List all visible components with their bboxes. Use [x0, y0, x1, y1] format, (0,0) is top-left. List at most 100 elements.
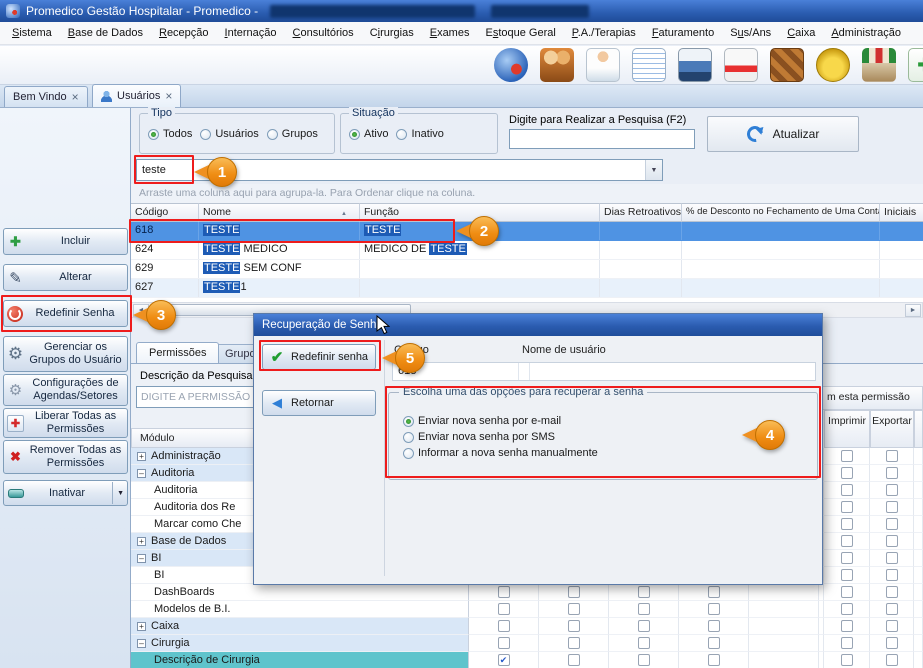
- menu-p-a-terapias[interactable]: P.A./Terapias: [564, 22, 644, 45]
- menu-recepcao[interactable]: Recepção: [151, 22, 217, 45]
- checkbox-unchecked[interactable]: [886, 484, 898, 496]
- checkbox-unchecked[interactable]: [886, 501, 898, 513]
- checkbox-unchecked[interactable]: [841, 501, 853, 513]
- column-header-desconto[interactable]: % de Desconto no Fechamento de Uma Conta…: [682, 203, 880, 222]
- user-row[interactable]: 624TESTE MEDICOMEDICO DE TESTE: [131, 241, 923, 260]
- checkbox-unchecked[interactable]: [886, 467, 898, 479]
- checkbox-unchecked[interactable]: [638, 637, 650, 649]
- checkbox-unchecked[interactable]: [708, 586, 720, 598]
- pharmacy-icon[interactable]: [908, 48, 923, 82]
- checkbox-unchecked[interactable]: [886, 620, 898, 632]
- checkbox-unchecked[interactable]: [886, 637, 898, 649]
- checkbox-unchecked[interactable]: [841, 586, 853, 598]
- checkbox-unchecked[interactable]: [841, 518, 853, 530]
- sidebar-button-remover-todas-as-permissoes[interactable]: Remover Todas as Permissões: [3, 440, 128, 474]
- market-icon[interactable]: [862, 48, 896, 82]
- menu-internacao[interactable]: Internação: [217, 22, 285, 45]
- tab-bem-vindo[interactable]: Bem Vindo: [4, 86, 88, 107]
- permission-row[interactable]: DashBoards: [131, 584, 923, 601]
- checkbox-unchecked[interactable]: [886, 586, 898, 598]
- permission-row[interactable]: Descrição de Cirurgia: [131, 652, 923, 668]
- column-header-dias-retroativos[interactable]: Dias Retroativos: [600, 203, 682, 222]
- dialog-title-bar[interactable]: Recuperação de Senha: [254, 314, 822, 336]
- checkbox-unchecked[interactable]: [886, 552, 898, 564]
- menu-exames[interactable]: Exames: [422, 22, 478, 45]
- tipo-option-usuarios[interactable]: Usuários: [200, 128, 258, 140]
- close-icon[interactable]: [72, 90, 79, 104]
- return-button[interactable]: Retornar: [262, 390, 376, 416]
- checkbox-unchecked[interactable]: [638, 603, 650, 615]
- checkbox-unchecked[interactable]: [708, 654, 720, 666]
- sidebar-button-incluir[interactable]: Incluir: [3, 228, 128, 255]
- checkbox-unchecked[interactable]: [841, 484, 853, 496]
- checkbox-unchecked[interactable]: [841, 450, 853, 462]
- menu-caixa[interactable]: Caixa: [779, 22, 823, 45]
- checkbox-unchecked[interactable]: [886, 654, 898, 666]
- chevron-down-icon[interactable]: [645, 160, 662, 180]
- search-input[interactable]: [509, 129, 695, 149]
- checkbox-unchecked[interactable]: [498, 586, 510, 598]
- menu-base-de-dados[interactable]: Base de Dados: [60, 22, 151, 45]
- reception-icon[interactable]: [540, 48, 574, 82]
- checkbox-unchecked[interactable]: [886, 603, 898, 615]
- checkbox-unchecked[interactable]: [886, 450, 898, 462]
- menu-faturamento[interactable]: Faturamento: [644, 22, 722, 45]
- tipo-option-todos[interactable]: Todos: [148, 128, 192, 140]
- checkbox-unchecked[interactable]: [568, 654, 580, 666]
- refresh-button[interactable]: Atualizar: [707, 116, 859, 152]
- doctor-icon[interactable]: [586, 48, 620, 82]
- menu-sistema[interactable]: Sistema: [4, 22, 60, 45]
- collapse-icon[interactable]: –: [137, 639, 146, 648]
- user-row[interactable]: 627TESTE1: [131, 279, 923, 298]
- finance-icon[interactable]: [816, 48, 850, 82]
- checkbox-unchecked[interactable]: [841, 552, 853, 564]
- checkbox-unchecked[interactable]: [498, 603, 510, 615]
- menu-cirurgias[interactable]: Cirurgias: [362, 22, 422, 45]
- collapse-icon[interactable]: –: [137, 554, 146, 563]
- menu-consultorios[interactable]: Consultórios: [285, 22, 362, 45]
- checkbox-unchecked[interactable]: [886, 518, 898, 530]
- checkbox-unchecked[interactable]: [638, 586, 650, 598]
- sidebar-button-alterar[interactable]: Alterar: [3, 264, 128, 291]
- chevron-down-icon[interactable]: [112, 482, 124, 504]
- tab-usuarios[interactable]: Usuários: [92, 84, 181, 107]
- permission-row[interactable]: –Cirurgia: [131, 635, 923, 652]
- sidebar-button-configuracoes-de-agendas-setores[interactable]: Configurações de Agendas/Setores: [3, 374, 128, 406]
- checkbox-unchecked[interactable]: [568, 603, 580, 615]
- tab-permissoes[interactable]: Permissões: [136, 342, 219, 363]
- ambulance-icon[interactable]: [724, 48, 758, 82]
- sidebar-button-liberar-todas-as-permissoes[interactable]: Liberar Todas as Permissões: [3, 408, 128, 438]
- checkbox-unchecked[interactable]: [568, 586, 580, 598]
- column-header-imprimir[interactable]: Imprimir: [824, 410, 870, 448]
- situacao-option-ativo[interactable]: Ativo: [349, 128, 388, 140]
- scroll-right-icon[interactable]: [905, 304, 921, 317]
- column-header-iniciais[interactable]: Iniciais: [880, 203, 923, 222]
- expand-icon[interactable]: +: [137, 622, 146, 631]
- user-row[interactable]: 629TESTE SEM CONF: [131, 260, 923, 279]
- permission-row[interactable]: +Caixa: [131, 618, 923, 635]
- promedico-logo-icon[interactable]: [494, 48, 528, 82]
- tipo-option-grupos[interactable]: Grupos: [267, 128, 318, 140]
- checkbox-unchecked[interactable]: [841, 654, 853, 666]
- checkbox-unchecked[interactable]: [841, 603, 853, 615]
- menu-administracao[interactable]: Administração: [823, 22, 909, 45]
- checkbox-unchecked[interactable]: [708, 603, 720, 615]
- bed-icon[interactable]: [678, 48, 712, 82]
- expand-icon[interactable]: +: [137, 537, 146, 546]
- checkbox-unchecked[interactable]: [841, 467, 853, 479]
- checkbox-unchecked[interactable]: [568, 620, 580, 632]
- checkbox-unchecked[interactable]: [708, 620, 720, 632]
- checkbox-unchecked[interactable]: [568, 637, 580, 649]
- column-header-exportar[interactable]: Exportar: [870, 410, 914, 448]
- situacao-option-inativo[interactable]: Inativo: [396, 128, 443, 140]
- permission-row[interactable]: Modelos de B.I.: [131, 601, 923, 618]
- checkbox-unchecked[interactable]: [841, 535, 853, 547]
- close-icon[interactable]: [165, 89, 172, 103]
- checkbox-unchecked[interactable]: [841, 637, 853, 649]
- collapse-icon[interactable]: –: [137, 469, 146, 478]
- sidebar-button-gerenciar-os-grupos-do-usuario[interactable]: Gerenciar os Grupos do Usuário: [3, 336, 128, 372]
- checkbox-checked[interactable]: [498, 654, 510, 666]
- checkbox-unchecked[interactable]: [841, 620, 853, 632]
- checkbox-unchecked[interactable]: [498, 620, 510, 632]
- checkbox-unchecked[interactable]: [638, 620, 650, 632]
